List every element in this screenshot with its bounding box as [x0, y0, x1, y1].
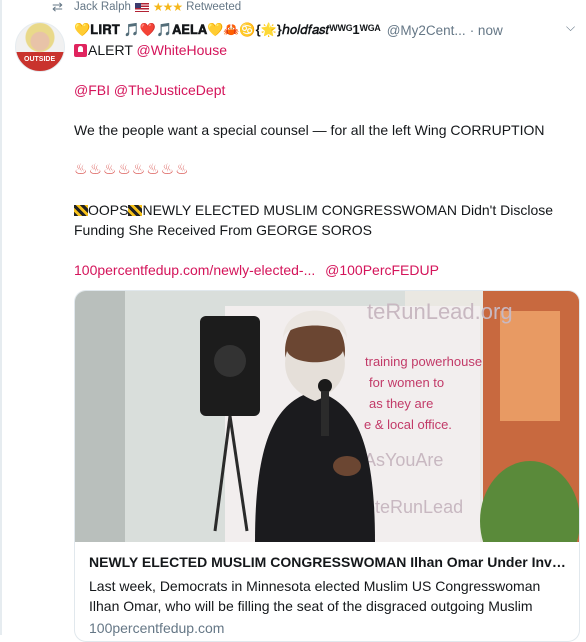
card-domain: 100percentfedup.com: [89, 620, 225, 636]
card-body: NEWLY ELECTED MUSLIM CONGRESSWOMAN Ilhan…: [89, 552, 569, 638]
timeline-left-border: [0, 0, 2, 635]
retweeted-label: Retweeted: [186, 1, 242, 13]
link-preview-card[interactable]: teRunLead.org training powerhouse for wo…: [74, 290, 580, 642]
tweet-link-line: 100percentfedup.com/newly-elected-... @1…: [74, 260, 439, 280]
alert-text: ALERT: [88, 42, 133, 58]
tweet-header: 💛𝐋𝐈𝐑𝐓 🎵❤️🎵𝐀𝐄𝐋𝐀💛🦀♋{🌟}ℎ𝑜𝑙𝑑𝑓𝑎𝑠𝑡ᵂᵂᴳ1ᵂᴳᴬ @My2…: [74, 20, 584, 40]
card-title[interactable]: NEWLY ELECTED MUSLIM CONGRESSWOMAN Ilhan…: [89, 552, 569, 572]
headline-line-1: NEWLY ELECTED MUSLIM CONGRESSWOMAN Didn'…: [142, 202, 554, 218]
article-link[interactable]: 100percentfedup.com/newly-elected-...: [74, 262, 315, 278]
mention-justice-dept[interactable]: @TheJusticeDept: [114, 82, 225, 98]
oops-text: OOPS: [88, 202, 129, 218]
siren-icon: [74, 44, 87, 57]
svg-text:teRunLead.org: teRunLead.org: [367, 299, 513, 324]
svg-text:as they are: as they are: [369, 396, 433, 411]
construction-icon: [128, 205, 143, 216]
tweet-body-text: We the people want a special counsel — f…: [74, 122, 545, 138]
card-image[interactable]: teRunLead.org training powerhouse for wo…: [75, 291, 579, 542]
construction-icon: [74, 205, 88, 216]
retweet-context: ⇄ Jack Ralph ★★★ Retweeted: [52, 0, 241, 14]
tweet-headline-line-2: Funding She Received From GEORGE SOROS: [74, 222, 372, 238]
card-photo: teRunLead.org training powerhouse for wo…: [75, 291, 579, 542]
tweet-line-mentions: @FBI @TheJusticeDept: [74, 80, 225, 100]
svg-text:for women to: for women to: [369, 375, 444, 390]
tweet-headline-line-1: OOPS NEWLY ELECTED MUSLIM CONGRESSWOMAN D…: [74, 200, 553, 220]
svg-text:oteRunLead: oteRunLead: [365, 497, 463, 517]
svg-text:training powerhouse: training powerhouse: [365, 354, 482, 369]
svg-text:e & local office.: e & local office.: [364, 417, 452, 432]
tweet-timestamp[interactable]: · now: [470, 23, 503, 38]
chevron-down-icon[interactable]: ⌵: [566, 20, 575, 35]
avatar-badge-text: OUTSIDE: [24, 56, 56, 63]
mention-100percfedup[interactable]: @100PercFEDUP: [325, 262, 439, 278]
retweeter-name[interactable]: Jack Ralph: [74, 1, 131, 13]
mention-whitehouse[interactable]: @WhiteHouse: [137, 42, 227, 58]
display-name[interactable]: 💛𝐋𝐈𝐑𝐓 🎵❤️🎵𝐀𝐄𝐋𝐀💛🦀♋{🌟}ℎ𝑜𝑙𝑑𝑓𝑎𝑠𝑡ᵂᵂᴳ1ᵂᴳᴬ: [74, 22, 381, 38]
user-handle[interactable]: @My2Cent...: [387, 23, 466, 38]
card-description: Last week, Democrats in Minnesota electe…: [89, 578, 541, 614]
avatar[interactable]: OUTSIDE: [15, 22, 65, 72]
retweet-icon: ⇄: [52, 0, 63, 14]
mention-fbi[interactable]: @FBI: [74, 82, 110, 98]
tweet-line-alert: ALERT @WhiteHouse: [74, 40, 227, 60]
us-flag-icon: [134, 2, 149, 12]
stars-icon: ★★★: [152, 0, 183, 14]
svg-text:AsYouAre: AsYouAre: [364, 450, 443, 470]
hot-springs-icons: ♨♨♨♨♨♨♨♨: [74, 161, 190, 178]
